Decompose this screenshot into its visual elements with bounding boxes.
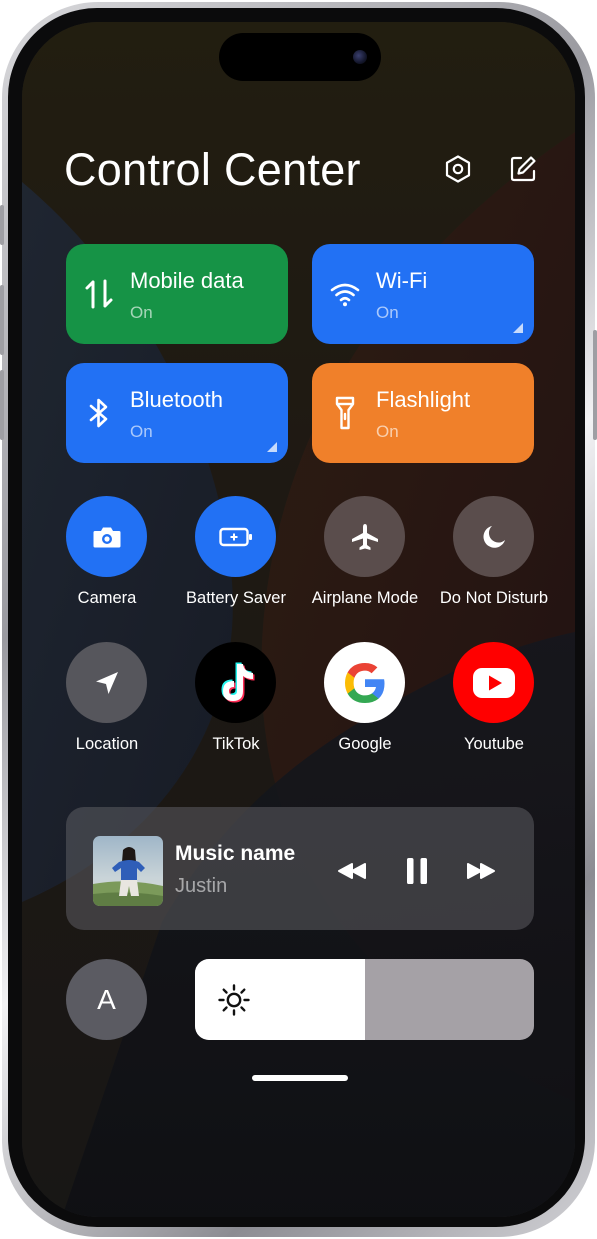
google-icon — [344, 662, 384, 703]
bluetooth-icon — [82, 394, 116, 432]
rewind-icon — [338, 863, 366, 879]
camera-icon — [93, 527, 120, 547]
expand-corner-icon[interactable] — [267, 442, 277, 452]
front-camera — [353, 50, 367, 64]
google-label: Google — [338, 735, 392, 753]
edit-icon — [510, 156, 536, 182]
tiktok-label: TikTok — [212, 735, 260, 753]
tile-status: On — [376, 303, 399, 322]
airplane-icon — [351, 523, 378, 550]
volume-down-button — [0, 370, 4, 440]
hexagon-settings-icon — [445, 155, 471, 183]
fast-forward-button[interactable] — [463, 854, 499, 888]
camera-label: Camera — [77, 589, 137, 607]
google-button[interactable] — [324, 642, 405, 723]
youtube-label: Youtube — [464, 735, 524, 753]
wifi-tile[interactable]: Wi-Fi On — [312, 244, 534, 344]
battery-saver-button[interactable] — [195, 496, 276, 577]
power-button — [593, 330, 597, 440]
camera-button[interactable] — [66, 496, 147, 577]
music-artist: Justin — [175, 875, 228, 897]
edit-button[interactable] — [506, 152, 540, 186]
volume-up-button — [0, 285, 4, 355]
tile-status: On — [130, 422, 153, 441]
settings-button[interactable] — [441, 152, 475, 186]
auto-label: A — [97, 983, 116, 1015]
youtube-button[interactable] — [453, 642, 534, 723]
tile-label: Flashlight — [376, 387, 471, 412]
brightness-slider[interactable] — [195, 959, 534, 1040]
tiktok-button[interactable] — [195, 642, 276, 723]
tile-label: Bluetooth — [130, 387, 223, 412]
tile-label: Wi-Fi — [376, 268, 428, 293]
music-title: Music name — [175, 842, 296, 865]
location-button[interactable] — [66, 642, 147, 723]
moon-icon — [483, 525, 505, 548]
location-arrow-icon — [95, 671, 118, 694]
dynamic-island — [219, 33, 381, 81]
battery-icon — [218, 527, 252, 546]
album-art — [93, 836, 163, 906]
bluetooth-tile[interactable]: Bluetooth On — [66, 363, 288, 463]
battery-saver-label: Battery Saver — [186, 589, 286, 607]
page-title: Control Center — [64, 144, 361, 195]
mobile-data-tile[interactable]: Mobile data On — [66, 244, 288, 344]
tile-status: On — [130, 303, 153, 322]
tile-label: Mobile data — [130, 268, 244, 293]
airplane-mode-label: Airplane Mode — [311, 589, 419, 607]
auto-brightness-button[interactable]: A — [66, 959, 147, 1040]
do-not-disturb-button[interactable] — [453, 496, 534, 577]
do-not-disturb-label: Do Not Disturb — [439, 589, 549, 607]
wifi-icon — [328, 275, 362, 313]
screen: Control Center Mobile data On Wi-Fi On B… — [22, 22, 575, 1217]
side-button — [0, 205, 4, 245]
expand-corner-icon[interactable] — [513, 323, 523, 333]
youtube-icon — [472, 667, 515, 698]
flashlight-icon — [328, 394, 362, 432]
tiktok-icon — [221, 662, 254, 702]
airplane-mode-button[interactable] — [324, 496, 405, 577]
sun-icon — [218, 984, 250, 1016]
rewind-button[interactable] — [334, 854, 370, 888]
music-player[interactable]: Music name Justin — [66, 807, 534, 930]
tile-status: On — [376, 422, 399, 441]
flashlight-tile[interactable]: Flashlight On — [312, 363, 534, 463]
fast-forward-icon — [467, 863, 495, 879]
pause-button[interactable] — [399, 854, 435, 888]
mobile-data-icon — [82, 275, 116, 313]
location-label: Location — [75, 735, 139, 753]
pause-icon — [407, 858, 427, 884]
home-indicator[interactable] — [252, 1075, 348, 1081]
